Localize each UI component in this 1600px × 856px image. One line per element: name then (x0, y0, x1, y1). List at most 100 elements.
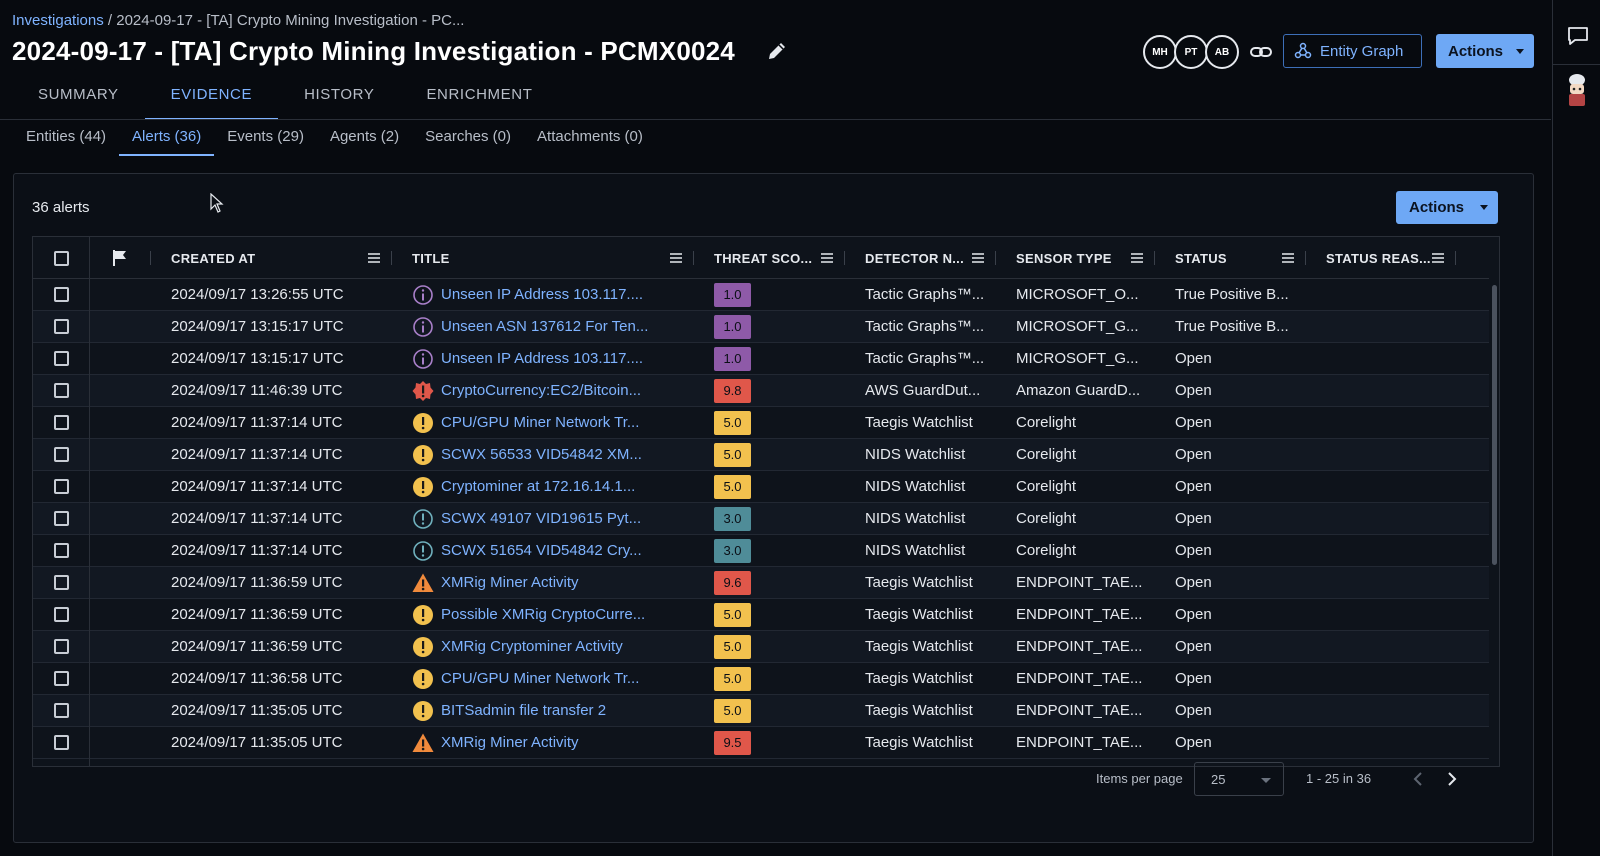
title-cell[interactable]: Possible XMRig CryptoCurre... (412, 599, 694, 630)
table-row[interactable]: 2024/09/17 11:36:59 UTC Possible XMRig Cr… (33, 599, 1489, 631)
title-cell[interactable]: Unseen IP Address 103.117.... (412, 279, 694, 310)
subtab-searches[interactable]: Searches (0) (412, 128, 524, 156)
title-cell[interactable]: XMRig Miner Activity (412, 727, 694, 758)
row-checkbox[interactable] (53, 543, 69, 558)
title-cell[interactable]: SCWX 56533 VID54842 XM... (412, 439, 694, 470)
alert-title-link[interactable]: XMRig Miner Activity (441, 574, 579, 591)
subtab-agents[interactable]: Agents (2) (317, 128, 412, 156)
table-row[interactable]: 2024/09/17 11:36:59 UTC XMRig Cryptominer… (33, 631, 1489, 663)
column-header-created-at[interactable]: CREATED AT (151, 237, 392, 279)
row-checkbox[interactable] (53, 383, 69, 398)
avatar[interactable]: MH (1143, 35, 1177, 69)
user-avatar-icon[interactable] (1565, 72, 1589, 108)
column-menu-icon[interactable] (670, 253, 682, 263)
table-row[interactable]: 2024/09/17 13:15:17 UTC Unseen IP Address… (33, 343, 1489, 375)
alert-title-link[interactable]: Unseen IP Address 103.117.... (441, 350, 643, 367)
avatar[interactable]: AB (1205, 35, 1239, 69)
alert-title-link[interactable]: Unseen ASN 137612 For Ten... (441, 318, 648, 335)
tab-evidence[interactable]: EVIDENCE (144, 82, 279, 120)
column-menu-icon[interactable] (1432, 253, 1444, 263)
column-menu-icon[interactable] (1282, 253, 1294, 263)
column-menu-icon[interactable] (1131, 253, 1143, 263)
flag-column-header[interactable] (89, 237, 151, 279)
alert-title-link[interactable]: Cryptominer at 172.16.14.1... (441, 478, 635, 495)
table-row[interactable]: 2024/09/17 13:26:55 UTC Unseen IP Address… (33, 279, 1489, 311)
select-all-checkbox[interactable] (53, 250, 69, 266)
subtab-alerts[interactable]: Alerts (36) (119, 128, 215, 156)
breadcrumb-investigations-link[interactable]: Investigations (12, 12, 104, 29)
title-cell[interactable]: CPU/GPU Miner Network Tr... (412, 407, 694, 438)
subtab-events[interactable]: Events (29) (214, 128, 317, 156)
column-menu-icon[interactable] (972, 253, 984, 263)
row-checkbox[interactable] (53, 511, 69, 526)
title-cell[interactable]: Cryptominer at 172.16.14.1... (412, 471, 694, 502)
alert-title-link[interactable]: SCWX 51654 VID54842 Cry... (441, 542, 642, 559)
chat-icon[interactable] (1567, 26, 1589, 46)
alert-title-link[interactable]: SCWX 49107 VID19615 Pyt... (441, 510, 641, 527)
table-row[interactable]: 2024/09/17 11:37:14 UTC SCWX 51654 VID548… (33, 535, 1489, 567)
tab-history[interactable]: HISTORY (278, 82, 400, 120)
row-checkbox[interactable] (53, 415, 69, 430)
alert-title-link[interactable]: CPU/GPU Miner Network Tr... (441, 414, 639, 431)
tab-enrichment[interactable]: ENRICHMENT (400, 82, 558, 120)
row-checkbox[interactable] (53, 735, 69, 750)
row-checkbox[interactable] (53, 447, 69, 462)
items-per-page-select[interactable]: 25 (1194, 762, 1284, 796)
avatar[interactable]: PT (1174, 35, 1208, 69)
alert-title-link[interactable]: Unseen IP Address 103.117.... (441, 286, 643, 303)
title-cell[interactable]: Unseen ASN 137612 For Ten... (412, 311, 694, 342)
row-checkbox[interactable] (53, 575, 69, 590)
scrollbar-thumb[interactable] (1492, 285, 1497, 565)
alert-title-link[interactable]: SCWX 56533 VID54842 XM... (441, 446, 642, 463)
actions-button[interactable]: Actions (1436, 34, 1534, 68)
title-cell[interactable]: XMRig Miner Activity (412, 567, 694, 598)
table-row[interactable]: 2024/09/17 11:46:39 UTC CryptoCurrency:EC… (33, 375, 1489, 407)
row-checkbox[interactable] (53, 671, 69, 686)
alerts-actions-button[interactable]: Actions (1396, 191, 1498, 224)
table-row[interactable]: 2024/09/17 11:37:14 UTC Cryptominer at 17… (33, 471, 1489, 503)
table-row[interactable]: 2024/09/17 11:37:14 UTC CPU/GPU Miner Net… (33, 407, 1489, 439)
row-checkbox[interactable] (53, 639, 69, 654)
alert-title-link[interactable]: CryptoCurrency:EC2/Bitcoin... (441, 382, 641, 399)
row-checkbox[interactable] (53, 607, 69, 622)
title-cell[interactable]: BITSadmin file transfer 2 (412, 695, 694, 726)
alert-title-link[interactable]: XMRig Miner Activity (441, 734, 579, 751)
tab-summary[interactable]: SUMMARY (12, 82, 145, 120)
edit-pencil-icon[interactable] (766, 40, 788, 62)
title-cell[interactable]: Unseen IP Address 103.117.... (412, 343, 694, 374)
table-row[interactable]: 2024/09/17 11:36:59 UTC XMRig Miner Activ… (33, 567, 1489, 599)
column-header-detector-name[interactable]: DETECTOR N... (845, 237, 996, 279)
row-checkbox[interactable] (53, 319, 69, 334)
entity-graph-button[interactable]: Entity Graph (1283, 34, 1422, 68)
row-checkbox[interactable] (53, 287, 69, 302)
column-header-status-reason[interactable]: STATUS REAS... (1306, 237, 1456, 279)
chevron-right-icon[interactable] (1446, 771, 1458, 787)
alert-title-link[interactable]: Possible XMRig CryptoCurre... (441, 606, 645, 623)
table-scrollbar[interactable] (1489, 279, 1499, 766)
row-checkbox[interactable] (53, 479, 69, 494)
table-row[interactable]: 2024/09/17 13:15:17 UTC Unseen ASN 137612… (33, 311, 1489, 343)
table-row[interactable]: 2024/09/17 11:37:14 UTC SCWX 56533 VID548… (33, 439, 1489, 471)
link-icon[interactable] (1249, 40, 1273, 64)
row-checkbox[interactable] (53, 703, 69, 718)
alert-title-link[interactable]: CPU/GPU Miner Network Tr... (441, 670, 639, 687)
title-cell[interactable]: XMRig Cryptominer Activity (412, 631, 694, 662)
table-row[interactable]: 2024/09/17 11:35:05 UTC XMRig Miner Activ… (33, 727, 1489, 759)
alert-title-link[interactable]: BITSadmin file transfer 2 (441, 702, 606, 719)
title-cell[interactable]: SCWX 51654 VID54842 Cry... (412, 535, 694, 566)
table-row[interactable]: 2024/09/17 11:37:14 UTC SCWX 49107 VID196… (33, 503, 1489, 535)
title-cell[interactable]: CPU/GPU Miner Network Tr... (412, 663, 694, 694)
row-checkbox[interactable] (53, 351, 69, 366)
title-cell[interactable]: SCWX 49107 VID19615 Pyt... (412, 503, 694, 534)
column-menu-icon[interactable] (368, 253, 380, 263)
title-cell[interactable]: CryptoCurrency:EC2/Bitcoin... (412, 375, 694, 406)
subtab-entities[interactable]: Entities (44) (13, 128, 119, 156)
chevron-left-icon[interactable] (1412, 771, 1424, 787)
column-header-status[interactable]: STATUS (1155, 237, 1306, 279)
column-header-sensor-type[interactable]: SENSOR TYPE (996, 237, 1155, 279)
subtab-attachments[interactable]: Attachments (0) (524, 128, 656, 156)
table-row[interactable]: 2024/09/17 11:36:58 UTC CPU/GPU Miner Net… (33, 663, 1489, 695)
table-row[interactable]: 2024/09/17 11:35:05 UTC BITSadmin file tr… (33, 695, 1489, 727)
alert-title-link[interactable]: XMRig Cryptominer Activity (441, 638, 623, 655)
column-menu-icon[interactable] (821, 253, 833, 263)
